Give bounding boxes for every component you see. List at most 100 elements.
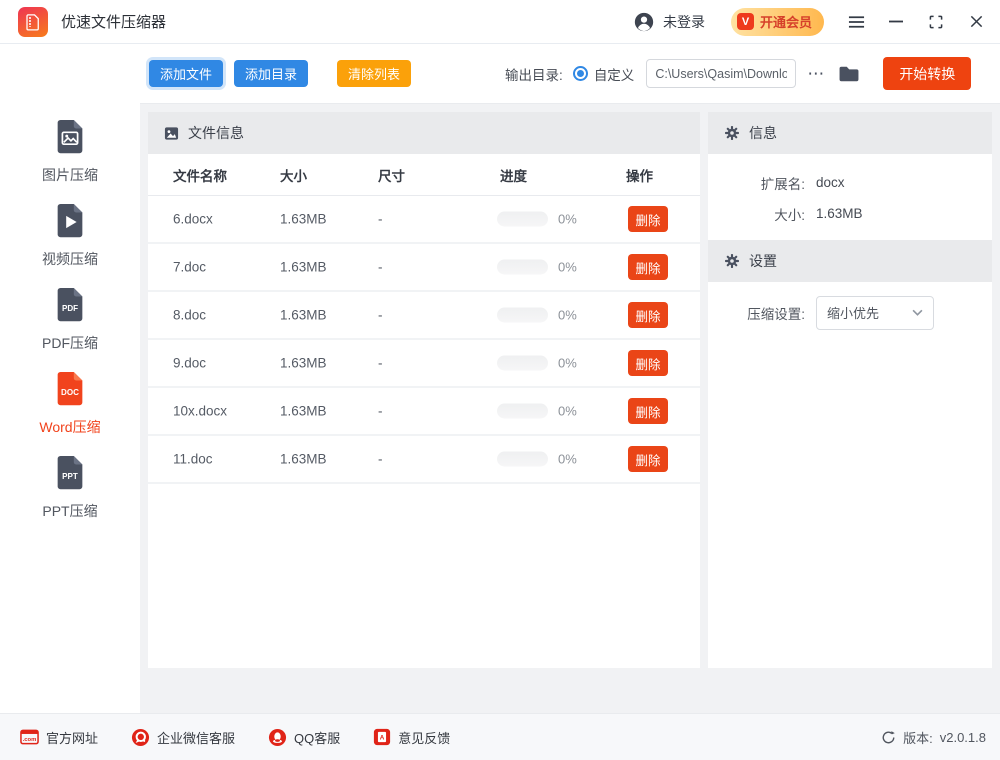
- official-site-link[interactable]: .com 官方网址: [20, 728, 98, 747]
- pdf-badge: PDF: [62, 304, 78, 313]
- delete-button[interactable]: 删除: [628, 446, 668, 472]
- delete-button[interactable]: 删除: [628, 398, 668, 424]
- minimize-icon: [889, 20, 903, 23]
- info-title: 信息: [749, 125, 777, 141]
- file-info-header: 文件信息: [148, 112, 700, 154]
- wecom-support-label: 企业微信客服: [157, 730, 236, 746]
- website-icon: .com: [20, 729, 39, 745]
- settings-body: 压缩设置: 缩小优先: [708, 282, 992, 330]
- maximize-button[interactable]: [916, 0, 956, 44]
- file-info-title: 文件信息: [188, 125, 244, 141]
- menu-button[interactable]: [836, 0, 876, 44]
- radio-dot: [576, 70, 584, 77]
- progress-percent: 0%: [558, 211, 577, 227]
- toolbar: 添加文件 添加目录 清除列表 输出目录: 自定义 ⋯ 开始转换: [140, 44, 1000, 104]
- add-file-button[interactable]: 添加文件: [149, 60, 224, 87]
- wecom-support-link[interactable]: 企业微信客服: [131, 728, 235, 747]
- ppt-badge: PPT: [62, 472, 78, 481]
- file-size: 1.63MB: [280, 211, 327, 227]
- settings-title: 设置: [749, 253, 777, 269]
- gear-icon: [725, 254, 739, 268]
- feedback-label: 意见反馈: [398, 730, 451, 746]
- official-site-label: 官方网址: [46, 730, 99, 746]
- chevron-down-icon: [912, 309, 923, 316]
- delete-button[interactable]: 删除: [628, 302, 668, 328]
- output-path-input[interactable]: [646, 59, 797, 88]
- progress-percent: 0%: [558, 259, 577, 275]
- qq-support-label: QQ客服: [294, 730, 341, 746]
- version-value: v2.0.1.8: [939, 729, 986, 745]
- custom-radio[interactable]: [572, 66, 588, 81]
- delete-button[interactable]: 删除: [628, 254, 668, 280]
- col-action: 操作: [626, 168, 653, 184]
- progress-percent: 0%: [558, 307, 577, 323]
- footer: .com 官方网址 企业微信客服 QQ客服 A 意见反馈 版本: v2.0.1.…: [0, 713, 1000, 760]
- open-folder-button[interactable]: [836, 63, 862, 85]
- sidebar-item-pdf-compress[interactable]: PDF PDF压缩: [42, 286, 98, 353]
- file-size: 1.63MB: [280, 451, 327, 467]
- progress-bar: [497, 307, 548, 323]
- file-info-panel: 文件信息 文件名称 大小 尺寸 进度 操作 6.docx 1.63MB - 0%…: [148, 112, 700, 668]
- close-icon: [970, 15, 982, 28]
- sidebar-item-video-compress[interactable]: 视频压缩: [42, 202, 98, 269]
- start-convert-button[interactable]: 开始转换: [883, 57, 972, 90]
- sidebar-item-word-compress[interactable]: DOC Word压缩: [39, 370, 101, 437]
- sidebar-item-image-compress[interactable]: 图片压缩: [42, 118, 98, 185]
- sidebar-item-label: PDF压缩: [42, 335, 98, 351]
- browse-more-button[interactable]: ⋯: [805, 61, 827, 86]
- close-button[interactable]: [956, 0, 996, 44]
- video-file-icon: [57, 203, 83, 238]
- custom-radio-label: 自定义: [593, 67, 635, 83]
- extension-value: docx: [816, 175, 845, 190]
- file-name: 6.docx: [173, 211, 213, 227]
- delete-button[interactable]: 删除: [628, 350, 668, 376]
- delete-button[interactable]: 删除: [628, 206, 668, 232]
- image-file-icon: [57, 119, 83, 154]
- file-size: 1.63MB: [280, 259, 327, 275]
- maximize-icon: [929, 15, 943, 28]
- file-dimension: -: [378, 355, 383, 371]
- sidebar: 图片压缩 视频压缩 PDF PDF压缩 DOC Word压缩 PPT PPT压缩: [0, 44, 140, 713]
- qq-icon: [268, 728, 287, 746]
- info-body: 扩展名: docx 大小: 1.63MB: [708, 154, 992, 240]
- sidebar-item-label: Word压缩: [39, 419, 101, 435]
- progress-percent: 0%: [558, 451, 577, 467]
- sidebar-item-ppt-compress[interactable]: PPT PPT压缩: [42, 454, 98, 521]
- table-row: 10x.docx 1.63MB - 0% 删除: [148, 388, 700, 436]
- file-name: 11.doc: [173, 451, 213, 467]
- login-status[interactable]: 未登录: [663, 12, 705, 32]
- feedback-link[interactable]: A 意见反馈: [373, 728, 450, 747]
- qq-support-link[interactable]: QQ客服: [268, 728, 340, 747]
- minimize-button[interactable]: [876, 0, 916, 44]
- progress-bar: [497, 355, 548, 371]
- progress-bar: [497, 259, 548, 275]
- progress-bar: [497, 451, 548, 467]
- progress-bar: [497, 211, 548, 227]
- table-header: 文件名称 大小 尺寸 进度 操作: [148, 154, 700, 196]
- file-size: 1.63MB: [280, 403, 327, 419]
- output-dir-label: 输出目录:: [505, 67, 563, 83]
- login-area[interactable]: 未登录: [633, 11, 705, 33]
- progress-percent: 0%: [558, 355, 577, 371]
- col-progress: 进度: [500, 168, 527, 184]
- table-row: 9.doc 1.63MB - 0% 删除: [148, 340, 700, 388]
- sidebar-item-label: 图片压缩: [42, 167, 98, 183]
- app-logo-icon: [18, 6, 48, 37]
- file-dimension: -: [378, 211, 383, 227]
- extension-label: 扩展名:: [760, 176, 805, 192]
- clear-list-button[interactable]: 清除列表: [337, 60, 412, 87]
- hamburger-icon: [848, 15, 864, 28]
- svg-text:A: A: [380, 735, 385, 742]
- file-name: 8.doc: [173, 307, 207, 323]
- svg-text:.com: .com: [23, 737, 37, 743]
- size-value: 1.63MB: [816, 206, 863, 221]
- gear-icon: [725, 126, 739, 140]
- sidebar-item-label: PPT压缩: [42, 503, 98, 519]
- vip-icon: V: [736, 13, 754, 30]
- file-dimension: -: [378, 259, 383, 275]
- table-row: 8.doc 1.63MB - 0% 删除: [148, 292, 700, 340]
- add-directory-button[interactable]: 添加目录: [234, 60, 309, 87]
- vip-upgrade-button[interactable]: V 开通会员: [730, 7, 824, 36]
- file-name: 10x.docx: [173, 403, 228, 419]
- compress-setting-select[interactable]: 缩小优先: [816, 295, 934, 330]
